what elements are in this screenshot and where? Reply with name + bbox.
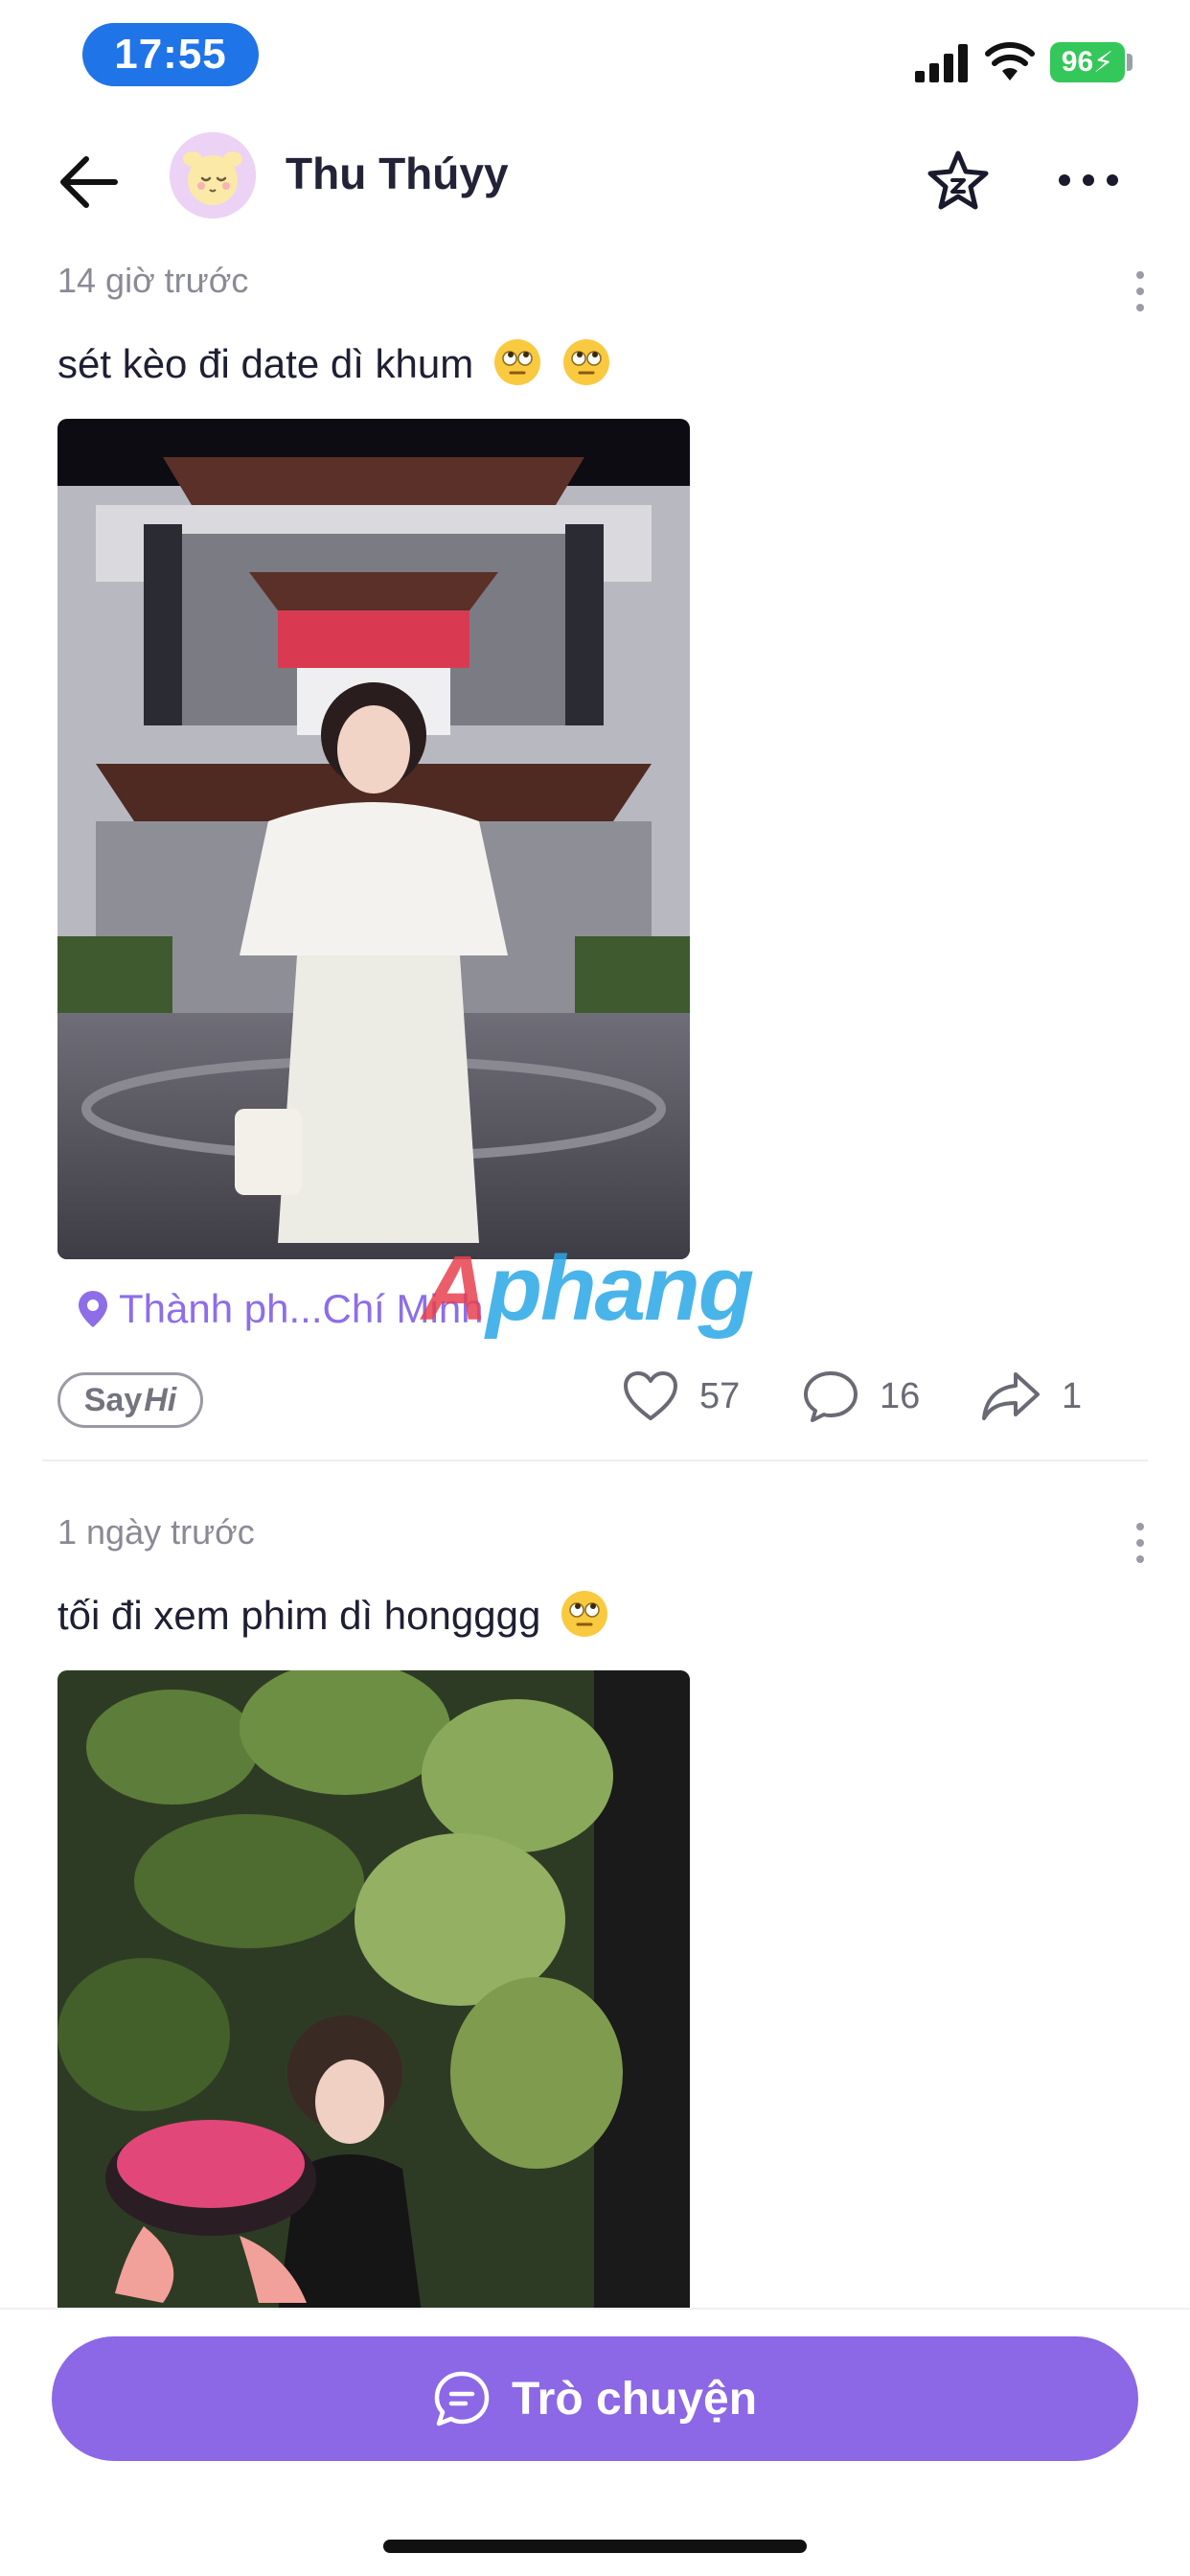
- post-time: 14 giờ trước: [57, 261, 249, 300]
- post-photo[interactable]: [57, 1670, 690, 2312]
- sayhi-hi: Hi: [144, 1381, 177, 1418]
- eye-roll-emoji-icon: [493, 339, 540, 385]
- heart-icon: [624, 1371, 677, 1420]
- profile-name[interactable]: Thu Thúyy: [286, 148, 509, 199]
- caption-text: sét kèo đi date dì khum: [57, 341, 474, 386]
- like-count: 57: [699, 1375, 741, 1416]
- profile-header: Thu Thúyy: [0, 125, 1190, 230]
- chat-bubble-icon: [434, 2371, 490, 2426]
- eye-roll-emoji-icon: [562, 339, 609, 385]
- sayhi-say: Say: [83, 1381, 143, 1418]
- sayhi-button[interactable]: Say Hi: [57, 1372, 203, 1428]
- battery-indicator: 96 ⚡: [1050, 42, 1125, 82]
- avatar-image: [170, 132, 256, 218]
- post-caption: tối đi xem phim dì hongggg: [57, 1589, 609, 1639]
- photo-flower-wall: [57, 1670, 690, 2312]
- like-button[interactable]: 57: [623, 1370, 740, 1422]
- eye-roll-emoji-icon: [561, 1591, 607, 1637]
- back-arrow-icon: [60, 156, 118, 208]
- favorite-button[interactable]: [920, 142, 996, 218]
- post-caption: sét kèo đi date dì khum: [57, 337, 611, 387]
- share-count: 1: [1062, 1375, 1083, 1416]
- caption-text: tối đi xem phim dì hongggg: [57, 1593, 541, 1638]
- chat-button-label: Trò chuyện: [511, 2373, 758, 2425]
- bottom-bar: Trò chuyện: [0, 2308, 1190, 2576]
- share-arrow-icon: [982, 1372, 1040, 1420]
- more-horizontal-icon: [1059, 174, 1118, 186]
- post-menu-button[interactable]: [1121, 1514, 1159, 1572]
- post-2: 1 ngày trước tối đi xem phim dì hongggg: [0, 1501, 1190, 2312]
- post-divider: [42, 1460, 1148, 1461]
- more-options-button[interactable]: [1050, 142, 1127, 218]
- wifi-icon: [985, 42, 1035, 80]
- comment-bubble-icon: [804, 1371, 858, 1422]
- back-button[interactable]: [50, 144, 126, 220]
- star-icon: [927, 150, 989, 210]
- battery-level: 96: [1061, 46, 1094, 78]
- photo-temple-night: [57, 419, 690, 1259]
- chat-button[interactable]: Trò chuyện: [52, 2336, 1138, 2461]
- avatar[interactable]: [170, 132, 256, 218]
- post-menu-button[interactable]: [1121, 263, 1159, 320]
- cellular-signal-icon: [915, 44, 968, 82]
- battery-cap: [1127, 54, 1133, 71]
- comment-count: 16: [880, 1375, 921, 1416]
- post-photo[interactable]: [57, 419, 690, 1259]
- status-bar: 17:55 96 ⚡: [0, 0, 1190, 115]
- home-indicator[interactable]: [383, 2540, 807, 2553]
- share-button[interactable]: 1: [981, 1370, 1082, 1422]
- watermark-logo: Aphang: [422, 1237, 754, 1340]
- location-pin-icon: [79, 1291, 107, 1327]
- status-time: 17:55: [82, 23, 259, 86]
- charging-bolt-icon: ⚡: [1093, 46, 1114, 79]
- post-time: 1 ngày trước: [57, 1512, 255, 1552]
- comment-button[interactable]: 16: [803, 1370, 920, 1422]
